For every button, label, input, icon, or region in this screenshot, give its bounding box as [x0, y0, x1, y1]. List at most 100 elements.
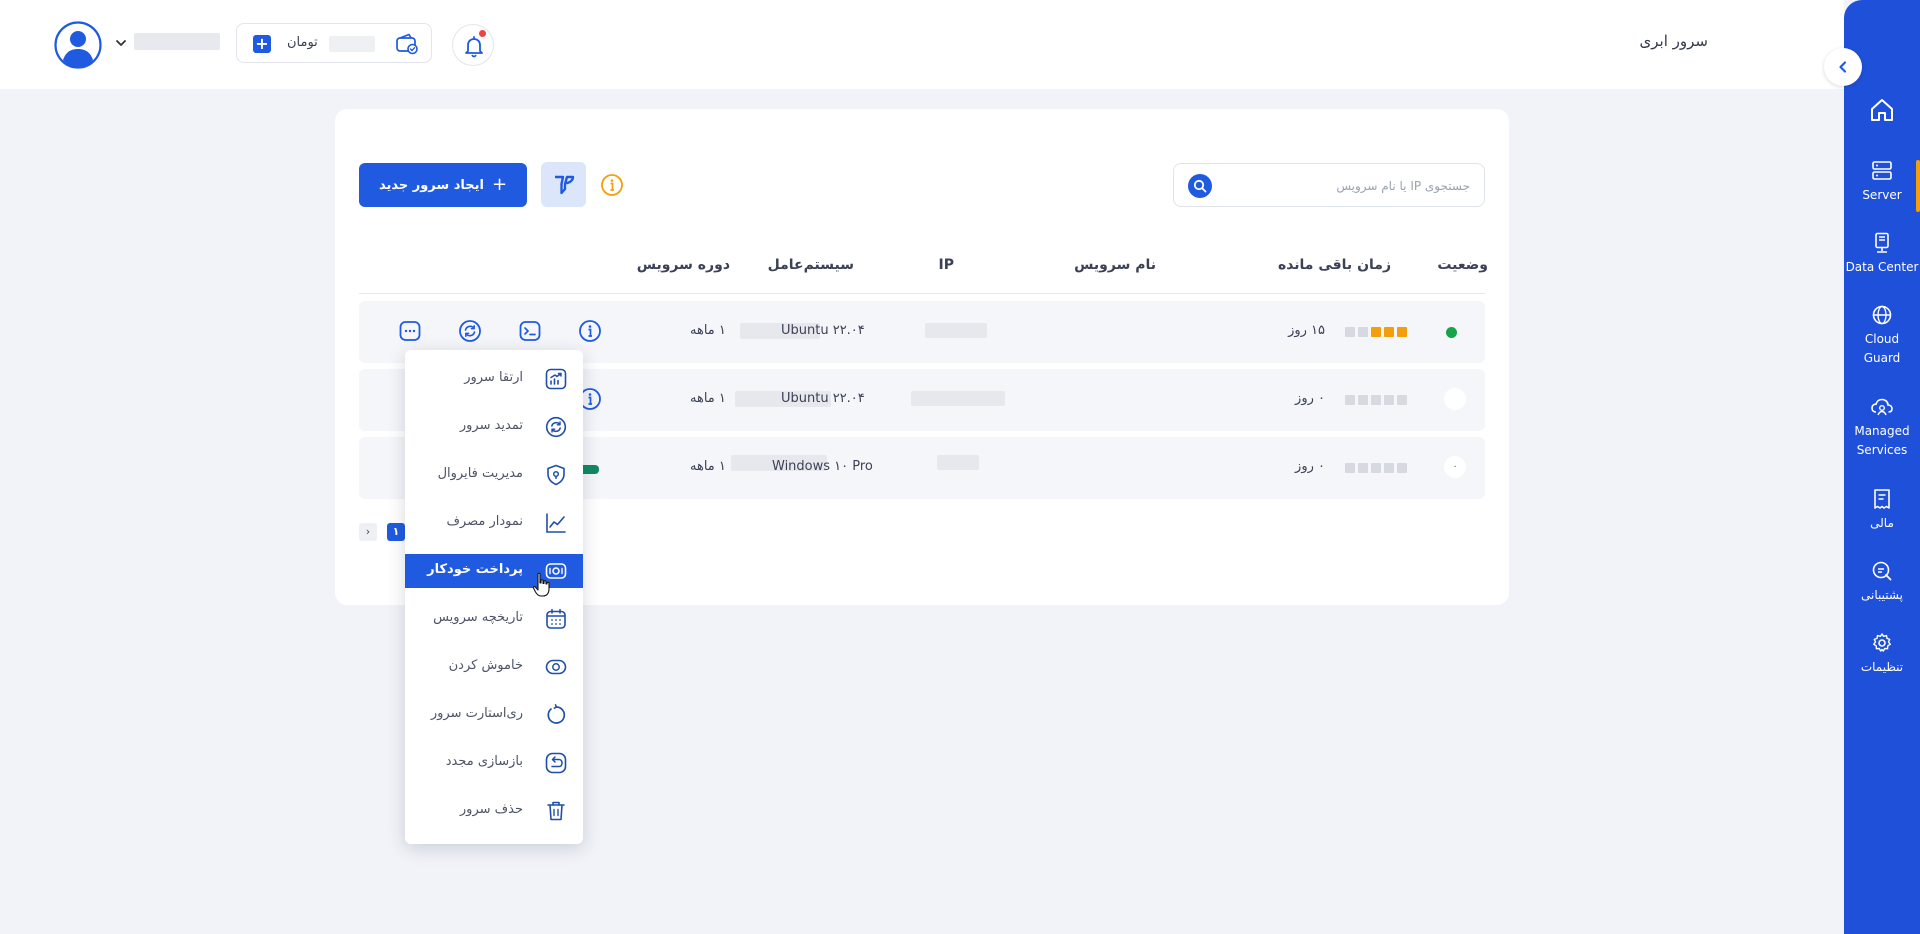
sidebar-item-server[interactable]: Server [1844, 160, 1920, 205]
remaining-time: ۱۵ روز [1288, 323, 1325, 338]
plus-icon: + [491, 174, 508, 195]
sidebar-item-home[interactable] [1844, 96, 1920, 128]
notification-badge [479, 30, 486, 37]
remaining-time: ۰ روز [1295, 459, 1325, 474]
menu-item-label: تمدید سرور [459, 418, 523, 433]
data-center-icon [1875, 232, 1889, 253]
menu-item-power-off[interactable]: خاموش کردن [405, 650, 583, 684]
column-service-period: دوره سرویس [636, 257, 730, 273]
info-icon[interactable] [600, 173, 624, 197]
menu-item-firewall[interactable]: مدیریت فایروال [405, 458, 583, 492]
sidebar-item-label: Server [1862, 188, 1902, 202]
menu-item-service-history[interactable]: تاریخچه سرویس [405, 602, 583, 636]
power-toggle-icon [545, 659, 567, 675]
sidebar-item-finance[interactable]: مالی [1844, 488, 1920, 533]
cloud-user-icon [1871, 398, 1893, 416]
rebuild-icon [545, 752, 567, 774]
filter-icon [555, 175, 575, 195]
service-period: ۱ ماهه [690, 459, 726, 474]
service-period: ۱ ماهه [690, 391, 726, 406]
user-name[interactable] [134, 33, 220, 50]
globe-icon [1872, 305, 1892, 325]
sidebar-item-label: Data Center [1845, 260, 1919, 274]
menu-item-rebuild[interactable]: بازسازی مجدد [405, 746, 583, 780]
create-server-button[interactable]: + ایجاد سرور جدید [359, 163, 527, 207]
top-header: سرور ابری + تومان [0, 0, 1844, 89]
line-chart-icon [546, 513, 566, 533]
status-indicator: ۰ [1444, 456, 1466, 478]
pagination-page-1[interactable]: ۱ [387, 523, 405, 541]
status-online-dot [1446, 327, 1457, 338]
sidebar-item-cloud-guard[interactable]: Cloud Guard [1844, 304, 1920, 368]
remaining-bar-segment [1345, 327, 1355, 337]
menu-item-label: حذف سرور [459, 802, 523, 817]
column-status: وضعیت [1437, 257, 1488, 273]
remaining-bar-segment [1384, 395, 1394, 405]
remaining-time: ۰ روز [1295, 391, 1325, 406]
notifications-button[interactable] [452, 24, 494, 66]
wallet-currency: تومان [287, 35, 318, 50]
renew-icon [545, 416, 567, 438]
column-remaining-time: زمان باقی مانده [1277, 257, 1391, 273]
menu-item-label: تاریخچه سرویس [433, 610, 523, 625]
remaining-bar-segment [1397, 463, 1407, 473]
sidebar-item-managed-services[interactable]: Managed Services [1844, 396, 1920, 460]
remaining-bar-segment [1397, 395, 1407, 405]
menu-item-delete[interactable]: حذف سرور [405, 794, 583, 828]
home-icon [1871, 99, 1893, 121]
menu-item-label: ری‌استارت سرور [430, 706, 523, 721]
bell-icon [465, 36, 483, 58]
filter-button[interactable] [541, 162, 586, 207]
calendar-icon [546, 608, 566, 629]
remaining-bar-segment [1358, 463, 1368, 473]
menu-item-label: بازسازی مجدد [445, 754, 523, 769]
service-period: ۱ ماهه [690, 323, 726, 338]
remaining-bar-segment [1397, 327, 1407, 337]
terminal-icon[interactable] [518, 319, 542, 343]
menu-item-label: خاموش کردن [448, 658, 523, 673]
sidebar-item-settings[interactable]: تنظیمات [1844, 632, 1920, 677]
trash-icon [547, 801, 565, 821]
remaining-bar-segment [1371, 463, 1381, 473]
remaining-bar-segment [1358, 327, 1368, 337]
sidebar-item-label: تنظیمات [1860, 660, 1904, 674]
search-input[interactable] [1224, 172, 1472, 200]
menu-item-upgrade[interactable]: ارتقا سرور [405, 362, 583, 396]
menu-item-restart[interactable]: ری‌استارت سرور [405, 698, 583, 732]
menu-item-renew[interactable]: تمدید سرور [405, 410, 583, 444]
sidebar-item-data-center[interactable]: Data Center [1844, 232, 1920, 277]
shield-icon [547, 464, 565, 486]
menu-item-label: مدیریت فایروال [437, 466, 523, 481]
more-options-icon[interactable] [398, 319, 422, 343]
pagination-prev-button[interactable]: › [359, 523, 377, 541]
create-server-label: ایجاد سرور جدید [378, 178, 484, 193]
column-os: سیستم‌عامل [767, 257, 854, 273]
menu-item-usage-chart[interactable]: نمودار مصرف [405, 506, 583, 540]
sidebar-item-support[interactable]: پشتیبانی [1844, 560, 1920, 605]
remaining-bar-segment [1384, 463, 1394, 473]
os-name: Ubuntu ۲۲.۰۴ [781, 323, 865, 338]
chevron-down-icon[interactable] [114, 36, 128, 50]
sidebar-item-label: Managed Services [1854, 424, 1910, 457]
chevron-left-icon [1839, 61, 1847, 73]
server-icon [1872, 161, 1892, 180]
menu-item-auto-payment[interactable]: پرداخت خودکار [405, 554, 583, 588]
service-name [937, 455, 979, 470]
wallet-charge-button[interactable]: + [253, 35, 271, 53]
remaining-bar-segment [1358, 395, 1368, 405]
search-button[interactable] [1188, 174, 1212, 198]
menu-item-label: ارتقا سرور [464, 370, 523, 385]
menu-item-label: نمودار مصرف [446, 514, 523, 529]
gear-icon [1873, 633, 1891, 652]
sidebar-item-label: مالی [1870, 516, 1894, 530]
column-ip: IP [938, 257, 954, 273]
renew-icon[interactable] [458, 319, 482, 343]
wallet-balance[interactable]: + تومان [236, 23, 432, 63]
remaining-bar-segment [1371, 395, 1381, 405]
user-avatar-icon[interactable] [54, 21, 102, 69]
status-indicator [1444, 388, 1466, 410]
info-icon[interactable] [578, 319, 602, 343]
remaining-bar-segment [1371, 327, 1381, 337]
sidebar-collapse-button[interactable] [1824, 48, 1862, 86]
menu-item-label: پرداخت خودکار [427, 562, 523, 577]
